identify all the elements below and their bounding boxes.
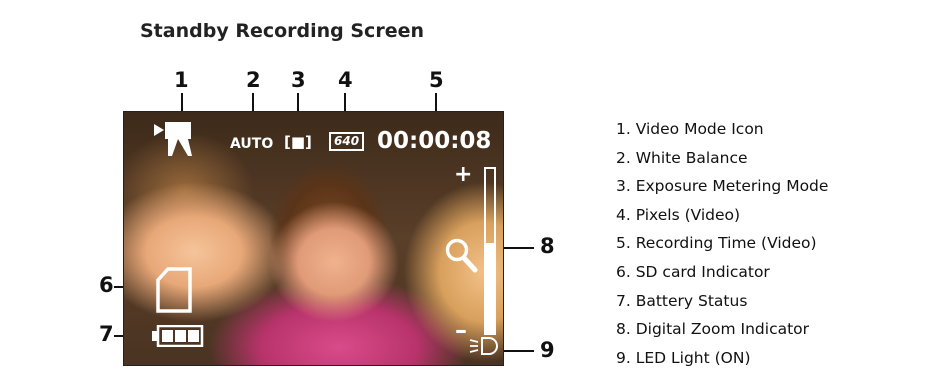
legend-item: 7. Battery Status bbox=[616, 291, 748, 310]
sd-card-icon bbox=[156, 267, 192, 313]
callout-9: 9 bbox=[540, 338, 555, 362]
callout-8-line bbox=[500, 247, 534, 249]
pixels-label: 640 bbox=[329, 132, 365, 151]
callout-1-line bbox=[181, 93, 183, 111]
legend-item: 3. Exposure Metering Mode bbox=[616, 177, 829, 196]
led-light-icon bbox=[469, 337, 498, 355]
legend-item: 8. Digital Zoom Indicator bbox=[616, 320, 810, 339]
zoom-indicator-bar bbox=[484, 167, 496, 335]
zoom-minus: – bbox=[455, 316, 467, 344]
callout-5: 5 bbox=[429, 68, 444, 92]
video-camera-icon bbox=[154, 122, 192, 156]
callout-3: 3 bbox=[291, 68, 306, 92]
legend: 1. Video Mode Icon 2. White Balance 3. E… bbox=[616, 115, 828, 372]
callout-8: 8 bbox=[540, 234, 555, 258]
legend-item: 9. LED Light (ON) bbox=[616, 348, 751, 367]
callout-7: 7 bbox=[99, 322, 114, 346]
zoom-magnifier-icon bbox=[445, 238, 478, 273]
callout-6: 6 bbox=[99, 273, 114, 297]
callout-9-line bbox=[500, 350, 534, 352]
white-balance-label: AUTO bbox=[230, 136, 274, 152]
legend-item: 2. White Balance bbox=[616, 148, 748, 167]
callout-4: 4 bbox=[338, 68, 353, 92]
diagram-title: Standby Recording Screen bbox=[140, 20, 424, 42]
metering-mode-label: [■] bbox=[284, 133, 312, 151]
zoom-level-fill bbox=[486, 242, 494, 333]
legend-item: 5. Recording Time (Video) bbox=[616, 234, 817, 253]
callout-1: 1 bbox=[174, 68, 189, 92]
legend-item: 6. SD card Indicator bbox=[616, 262, 770, 281]
legend-item: 1. Video Mode Icon bbox=[616, 120, 764, 138]
recording-time: 00:00:08 bbox=[377, 128, 492, 154]
camera-screen: AUTO [■] 640 00:00:08 + – bbox=[123, 111, 504, 366]
callout-2: 2 bbox=[246, 68, 261, 92]
battery-full-icon bbox=[152, 325, 204, 347]
legend-item: 4. Pixels (Video) bbox=[616, 205, 741, 224]
zoom-plus: + bbox=[454, 162, 473, 187]
